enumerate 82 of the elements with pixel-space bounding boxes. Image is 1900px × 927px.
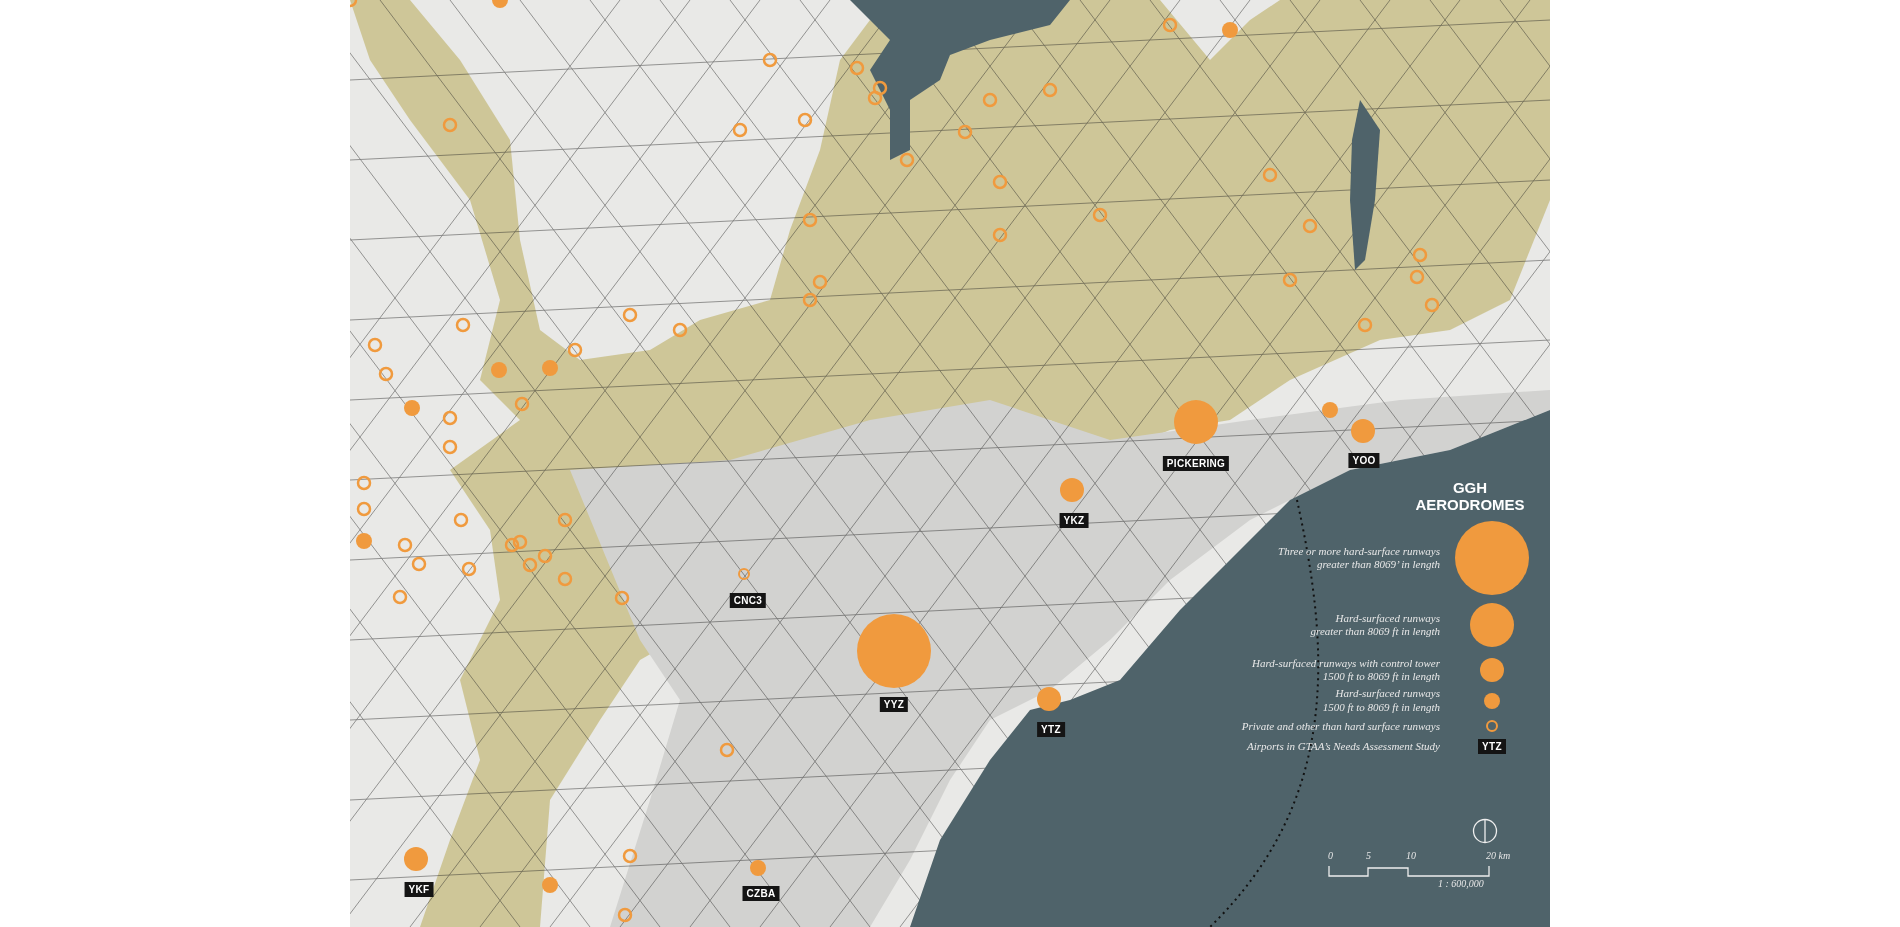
aerodrome-marker [504, 537, 520, 553]
aerodrome-marker [762, 52, 778, 68]
aerodrome-marker [442, 439, 458, 455]
aerodrome-marker [378, 366, 394, 382]
aerodrome-marker [1412, 247, 1428, 263]
aerodrome-marker [849, 60, 865, 76]
aerodrome-marker [567, 342, 583, 358]
aerodrome-marker [802, 212, 818, 228]
aerodrome-marker [411, 556, 427, 572]
scale-label: 10 [1406, 850, 1416, 861]
aerodrome-marker [442, 117, 458, 133]
aerodrome-marker [867, 90, 883, 106]
aerodrome-marker [812, 274, 828, 290]
aerodrome-marker [872, 80, 888, 96]
aerodrome-marker [350, 0, 358, 8]
aerodrome-marker [1282, 272, 1298, 288]
aerodrome-marker [732, 122, 748, 138]
aerodrome-marker [557, 512, 573, 528]
aerodrome-marker [797, 112, 813, 128]
aerodrome-marker [356, 501, 372, 517]
aerodrome-marker [356, 475, 372, 491]
aerodrome-marker [557, 571, 573, 587]
legend-text: Private and other than hard surface runways [1241, 719, 1440, 733]
aerodrome-marker [404, 400, 420, 416]
aerodrome-marker [542, 877, 558, 893]
legend-text: Three or more hard-surface runways greater than 8069’ in length [1278, 544, 1440, 572]
aerodrome-marker [622, 307, 638, 323]
legend-text: Hard-surfaced runways greater than 8069 ft in length [1310, 611, 1440, 639]
airport-code-label: YTZ [1037, 722, 1065, 737]
aerodrome-marker [899, 152, 915, 168]
legend-text: Airports in GTAA’s Needs Assessment Study [1247, 739, 1440, 754]
aerodrome-marker [492, 0, 508, 8]
aerodrome-marker [672, 322, 688, 338]
aerodrome-marker [512, 534, 528, 550]
legend-title: GGH AERODROMES [1414, 480, 1526, 513]
aerodrome-marker [442, 410, 458, 426]
aerodrome-marker [392, 589, 408, 605]
aerodrome-marker [1302, 218, 1318, 234]
aerodrome-marker [1092, 207, 1108, 223]
aerodrome-marker [453, 512, 469, 528]
aerodrome-marker [1322, 402, 1338, 418]
aerodrome-marker [738, 568, 750, 580]
aerodrome-marker [455, 317, 471, 333]
aerodrome-marker [522, 557, 538, 573]
aerodrome-marker [461, 561, 477, 577]
scale-ratio: 1 : 600,000 [1438, 878, 1485, 889]
aerodrome-marker [1262, 167, 1278, 183]
scale-label: 5 [1366, 850, 1371, 861]
airport-code-label: YOO [1348, 453, 1380, 468]
scale-label: 0 [1328, 850, 1333, 861]
aerodrome-marker [1162, 17, 1178, 33]
aerodrome-marker [542, 360, 558, 376]
aerodrome-marker [992, 174, 1008, 190]
aerodrome-marker [802, 292, 818, 308]
aerodrome-marker [1042, 82, 1058, 98]
legend-text: Hard-surfaced runways with control tower 1500 ft to 8069 ft in length [1252, 657, 1440, 684]
airport-code-label: YKZ [1059, 513, 1089, 528]
aerodrome-marker [356, 533, 372, 549]
aerodrome-marker [957, 124, 973, 140]
aerodrome-marker [719, 742, 735, 758]
aerodrome-marker [614, 590, 630, 606]
aerodrome-marker [1222, 22, 1238, 38]
airport-code-label: YYZ [879, 697, 909, 712]
airport-code-label: YKF [404, 882, 434, 897]
aerodrome-marker [514, 396, 530, 412]
airport-code-label: PICKERING [1162, 456, 1230, 471]
aerodrome-marker [1357, 317, 1373, 333]
aerodrome-marker [367, 337, 383, 353]
aerodrome-marker [992, 227, 1008, 243]
aerodrome-marker [982, 92, 998, 108]
aerodrome-marker [397, 537, 413, 553]
airport-code-label: CZBA [742, 886, 780, 901]
legend-marker [1486, 720, 1498, 733]
aerodrome-marker [622, 848, 638, 864]
legend-text: Hard-surfaced runways 1500 ft to 8069 ft in length [1322, 687, 1440, 714]
aerodrome-marker [1424, 297, 1440, 313]
scale-label: 20 km [1486, 850, 1511, 861]
aerodrome-marker [617, 907, 633, 923]
aerodrome-marker [537, 548, 553, 564]
airport-code-label: CNC3 [729, 593, 767, 608]
aerodrome-marker [491, 362, 507, 378]
aerodrome-marker [1409, 269, 1425, 285]
